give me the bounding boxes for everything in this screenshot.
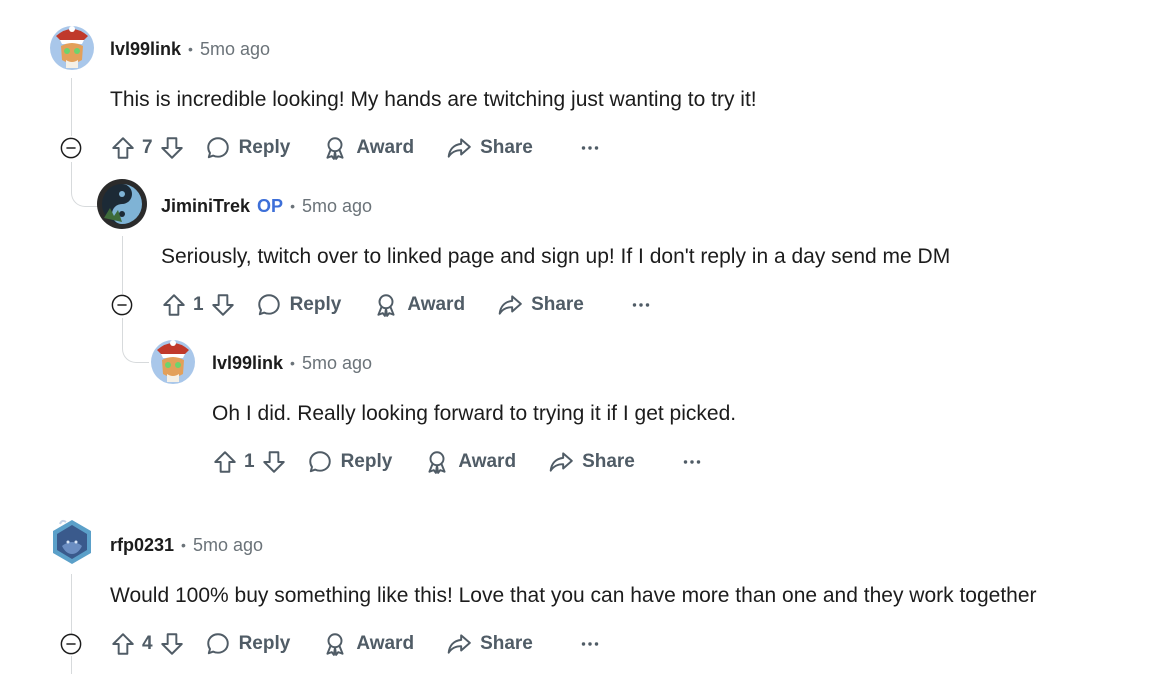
share-label: Share xyxy=(480,137,533,158)
share-label: Share xyxy=(582,451,635,472)
thread-line xyxy=(122,236,123,294)
award-button[interactable]: Award xyxy=(322,135,414,161)
separator-dot: • xyxy=(181,537,186,553)
reply-button[interactable]: Reply xyxy=(205,135,291,161)
share-button[interactable]: Share xyxy=(497,292,584,318)
comment-body: Would 100% buy something like this! Love… xyxy=(110,584,1037,607)
comment-actions: 4 Reply Award Share xyxy=(110,627,603,661)
username[interactable]: JiminiTrek xyxy=(161,196,250,217)
avatar[interactable] xyxy=(46,516,98,568)
award-button[interactable]: Award xyxy=(373,292,465,318)
collapse-minus-icon[interactable] xyxy=(60,137,82,159)
downvote-icon[interactable] xyxy=(261,449,287,475)
timestamp[interactable]: 5mo ago xyxy=(200,39,270,60)
award-label: Award xyxy=(458,451,517,472)
downvote-icon[interactable] xyxy=(210,292,236,318)
downvote-icon[interactable] xyxy=(159,631,185,657)
award-icon xyxy=(373,292,399,318)
share-arrow-icon xyxy=(446,135,472,161)
thread-line xyxy=(71,574,72,634)
overflow-dots-icon xyxy=(679,449,705,475)
timestamp[interactable]: 5mo ago xyxy=(193,535,263,556)
thread-line xyxy=(71,656,72,674)
comment-meta: lvl99link • 5mo ago xyxy=(212,351,372,375)
overflow-menu-button[interactable] xyxy=(577,135,603,161)
upvote-icon[interactable] xyxy=(110,135,136,161)
reply-label: Reply xyxy=(340,451,393,472)
timestamp[interactable]: 5mo ago xyxy=(302,196,372,217)
vote-count: 1 xyxy=(193,294,204,315)
vote-count: 1 xyxy=(244,451,255,472)
separator-dot: • xyxy=(188,41,193,57)
reply-label: Reply xyxy=(238,137,291,158)
collapse-minus-icon[interactable] xyxy=(60,633,82,655)
overflow-menu-button[interactable] xyxy=(577,631,603,657)
reply-label: Reply xyxy=(289,294,342,315)
overflow-menu-button[interactable] xyxy=(628,292,654,318)
username[interactable]: lvl99link xyxy=(212,353,283,374)
vote-count: 7 xyxy=(142,137,153,158)
reply-button[interactable]: Reply xyxy=(256,292,342,318)
comment-body: This is incredible looking! My hands are… xyxy=(110,88,757,111)
overflow-menu-button[interactable] xyxy=(679,449,705,475)
award-icon xyxy=(424,449,450,475)
separator-dot: • xyxy=(290,355,295,371)
reply-button[interactable]: Reply xyxy=(205,631,291,657)
overflow-dots-icon xyxy=(628,292,654,318)
upvote-icon[interactable] xyxy=(212,449,238,475)
share-label: Share xyxy=(480,633,533,654)
share-button[interactable]: Share xyxy=(446,135,533,161)
upvote-icon[interactable] xyxy=(161,292,187,318)
thread-line xyxy=(71,78,72,136)
username[interactable]: rfp0231 xyxy=(110,535,174,556)
award-label: Award xyxy=(356,137,415,158)
thread-elbow xyxy=(122,318,149,363)
award-label: Award xyxy=(407,294,466,315)
comment-actions: 1 Reply Award Share xyxy=(161,288,654,322)
upvote-icon[interactable] xyxy=(110,631,136,657)
collapse-minus-icon[interactable] xyxy=(111,294,133,316)
separator-dot: • xyxy=(290,198,295,214)
reply-bubble-icon xyxy=(205,631,231,657)
share-button[interactable]: Share xyxy=(446,631,533,657)
share-button[interactable]: Share xyxy=(548,449,635,475)
reply-bubble-icon xyxy=(256,292,282,318)
award-icon xyxy=(322,135,348,161)
award-icon xyxy=(322,631,348,657)
award-button[interactable]: Award xyxy=(322,631,414,657)
avatar[interactable] xyxy=(147,334,199,386)
share-arrow-icon xyxy=(446,631,472,657)
overflow-dots-icon xyxy=(577,135,603,161)
comment-body: Oh I did. Really looking forward to tryi… xyxy=(212,402,737,425)
downvote-icon[interactable] xyxy=(159,135,185,161)
comment-body: Seriously, twitch over to linked page an… xyxy=(161,245,951,268)
comment-actions: 7 Reply Award Share xyxy=(110,131,603,165)
award-label: Award xyxy=(356,633,415,654)
reply-label: Reply xyxy=(238,633,291,654)
avatar[interactable] xyxy=(96,178,148,230)
vote-count: 4 xyxy=(142,633,153,654)
share-label: Share xyxy=(531,294,584,315)
comment-meta: JiminiTrek OP • 5mo ago xyxy=(161,194,372,218)
comment-actions: 1 Reply Award Share xyxy=(212,445,705,479)
reply-bubble-icon xyxy=(205,135,231,161)
share-arrow-icon xyxy=(497,292,523,318)
reply-button[interactable]: Reply xyxy=(307,449,393,475)
timestamp[interactable]: 5mo ago xyxy=(302,353,372,374)
username[interactable]: lvl99link xyxy=(110,39,181,60)
avatar[interactable] xyxy=(46,20,98,72)
reply-bubble-icon xyxy=(307,449,333,475)
share-arrow-icon xyxy=(548,449,574,475)
thread-elbow xyxy=(71,162,98,207)
overflow-dots-icon xyxy=(577,631,603,657)
comment-meta: rfp0231 • 5mo ago xyxy=(110,533,263,557)
comment-meta: lvl99link • 5mo ago xyxy=(110,37,270,61)
award-button[interactable]: Award xyxy=(424,449,516,475)
op-badge: OP xyxy=(257,195,284,216)
